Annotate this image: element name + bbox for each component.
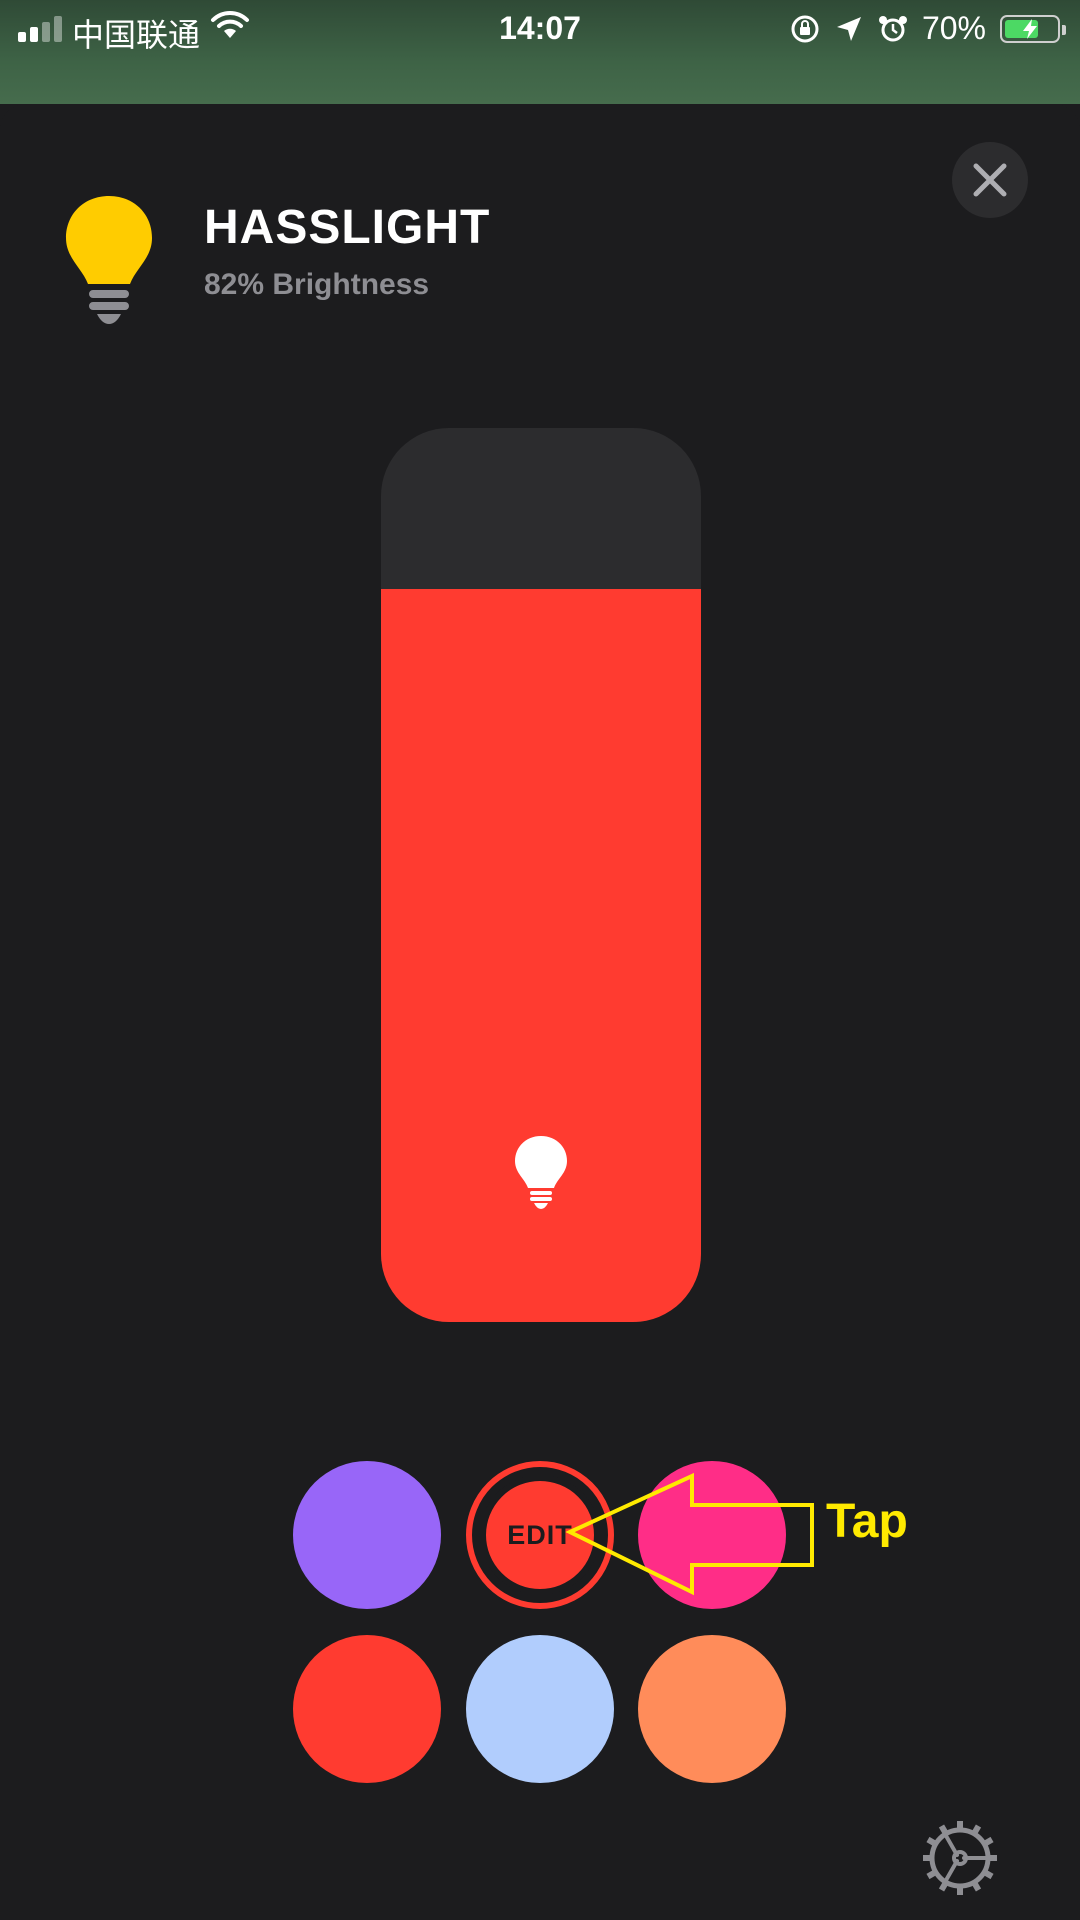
lightbulb-icon (66, 196, 152, 324)
gear-tooth (984, 1870, 994, 1880)
light-name: HASSLIGHT (204, 201, 491, 254)
gear-tooth (972, 1882, 982, 1892)
gear-tooth (926, 1836, 936, 1846)
lightbulb-icon (515, 1136, 567, 1209)
annotation-arrow-icon (565, 1472, 814, 1596)
color-swatch-orange[interactable] (638, 1635, 786, 1783)
brightness-slider-fill (381, 588, 701, 1322)
color-swatch-purple[interactable] (293, 1461, 441, 1609)
brightness-slider[interactable] (381, 428, 701, 1322)
gear-tooth (938, 1882, 948, 1892)
alarm-icon (878, 15, 907, 41)
close-icon (973, 163, 1007, 197)
tap-annotation: Tap (826, 1495, 908, 1548)
gear-tooth (972, 1824, 982, 1834)
battery-icon (1000, 14, 1066, 43)
brightness-label: 82% Brightness (204, 268, 430, 301)
battery-percent: 70% (921, 10, 986, 46)
orientation-lock-icon (791, 15, 819, 42)
gear-icon[interactable] (920, 1818, 1000, 1898)
color-swatch-light-blue[interactable] (466, 1635, 614, 1783)
close-button[interactable] (952, 142, 1028, 218)
location-icon (836, 16, 861, 41)
gear-tooth (984, 1836, 994, 1846)
status-bar: 中国联通 14:07 70% (0, 0, 1080, 104)
color-swatch-red[interactable] (293, 1635, 441, 1783)
gear-tooth (926, 1870, 936, 1880)
gear-tooth (938, 1824, 948, 1834)
